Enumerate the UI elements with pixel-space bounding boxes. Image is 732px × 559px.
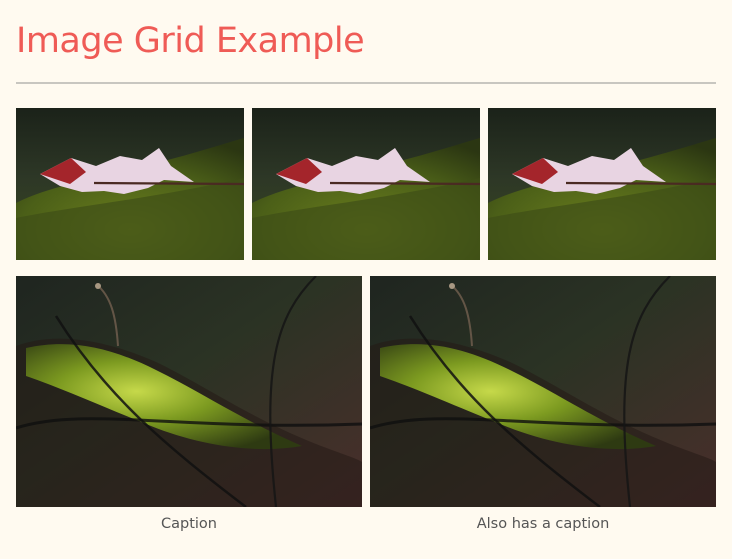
image-grid-row-2: Caption Also has a caption — [16, 276, 716, 533]
page: Image Grid Example Caption Also has a ca… — [0, 0, 732, 559]
grid-image-4 — [16, 276, 362, 507]
leaf-on-moss-photo — [488, 108, 716, 260]
image-grid-row-1 — [16, 108, 716, 260]
grid-image-2 — [252, 108, 480, 260]
image-caption: Caption — [161, 516, 217, 532]
grid-image-5 — [370, 276, 716, 507]
captioned-figure-1: Caption — [16, 276, 362, 533]
divider — [16, 82, 716, 84]
leaf-on-moss-photo — [252, 108, 480, 260]
moss-on-branch-photo — [370, 276, 716, 507]
page-title: Image Grid Example — [16, 21, 365, 61]
grid-image-3 — [488, 108, 716, 260]
leaf-on-moss-photo — [16, 108, 244, 260]
grid-image-1 — [16, 108, 244, 260]
captioned-figure-2: Also has a caption — [370, 276, 716, 533]
moss-on-branch-photo — [16, 276, 362, 507]
image-caption: Also has a caption — [476, 516, 610, 532]
